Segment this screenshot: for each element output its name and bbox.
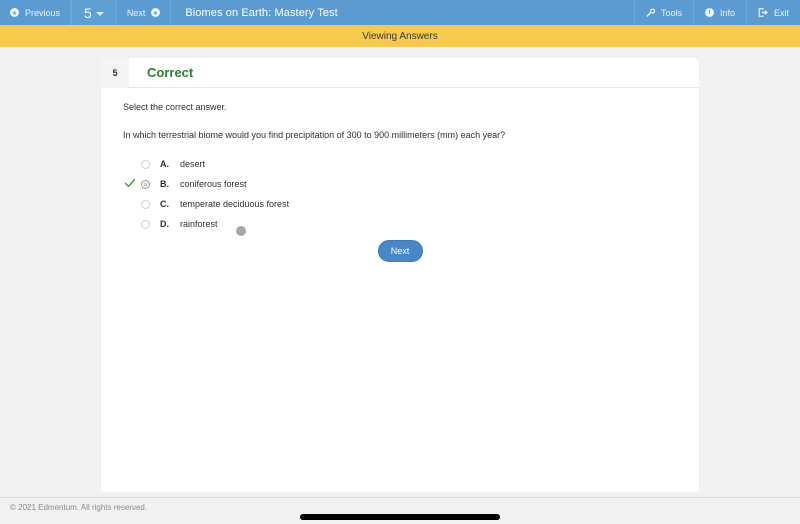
option-text-a: desert — [180, 159, 206, 169]
question-number-value: 5 — [84, 4, 92, 21]
answer-option-c[interactable]: C. temperate deciduous forest — [141, 194, 677, 214]
topbar-actions: Tools i Info Exit — [633, 0, 800, 25]
footer-divider — [0, 497, 800, 498]
arrow-right-circle-icon — [151, 8, 161, 17]
horizontal-scrollbar[interactable] — [300, 514, 500, 520]
question-number-dropdown[interactable]: 5 — [71, 0, 117, 25]
exit-button[interactable]: Exit — [745, 0, 800, 25]
question-card: 5 Correct Select the correct answer. In … — [101, 57, 699, 492]
viewing-answers-label: Viewing Answers — [362, 30, 438, 42]
option-text-c: temperate deciduous forest — [180, 199, 290, 209]
top-navigation-bar: Previous 5 Next Biomes on Earth: Mastery… — [0, 0, 800, 25]
info-button[interactable]: i Info — [692, 0, 746, 25]
question-card-header: 5 Correct — [101, 57, 699, 88]
instruction-text: Select the correct answer. — [123, 102, 227, 112]
option-text-d: rainforest — [180, 219, 218, 229]
chevron-down-icon — [95, 11, 104, 16]
viewing-answers-banner: Viewing Answers — [0, 25, 800, 47]
answer-option-a[interactable]: A. desert — [141, 154, 677, 174]
wrench-icon — [646, 8, 655, 17]
next-button-label: Next — [126, 7, 146, 18]
previous-button-label: Previous — [25, 7, 61, 18]
option-letter-d: D. — [160, 219, 169, 229]
info-circle-icon: i — [704, 8, 714, 17]
option-letter-c: C. — [160, 199, 169, 209]
previous-question-button[interactable]: Previous — [0, 0, 72, 25]
radio-button-c[interactable] — [141, 199, 150, 209]
test-player-page: Previous 5 Next Biomes on Earth: Mastery… — [0, 0, 800, 524]
option-text-b: coniferous forest — [180, 179, 247, 189]
copyright-text: © 2021 Edmentum. All rights reserved. — [10, 503, 148, 512]
next-submit-button[interactable]: Next — [377, 240, 423, 262]
radio-button-b[interactable] — [141, 179, 150, 189]
exit-button-label: Exit — [773, 7, 789, 18]
question-card-body: Select the correct answer. In which terr… — [101, 88, 699, 234]
question-number-badge: 5 — [101, 57, 129, 88]
arrow-left-circle-icon — [10, 8, 19, 17]
option-letter-b: B. — [160, 179, 169, 189]
answer-option-d[interactable]: D. rainforest — [141, 214, 677, 234]
exit-logout-icon — [758, 8, 768, 17]
next-action-row: Next — [101, 240, 699, 262]
info-button-label: Info — [719, 7, 735, 18]
answer-option-b[interactable]: B. coniferous forest — [124, 174, 677, 194]
reset-answer-dot[interactable] — [236, 226, 246, 236]
radio-button-a[interactable] — [141, 159, 150, 169]
option-letter-a: A. — [160, 159, 169, 169]
test-title: Biomes on Earth: Mastery Test — [185, 6, 338, 19]
tools-button-label: Tools — [660, 7, 682, 18]
question-text: In which terrestrial biome would you fin… — [123, 130, 506, 140]
correct-check-icon — [124, 178, 136, 188]
radio-button-d[interactable] — [141, 219, 150, 229]
answer-options-list: A. desert B. coniferous forest C. temper… — [123, 154, 677, 234]
next-question-button[interactable]: Next — [117, 0, 172, 25]
answer-verdict-label: Correct — [147, 65, 194, 80]
tools-button[interactable]: Tools — [633, 0, 693, 25]
